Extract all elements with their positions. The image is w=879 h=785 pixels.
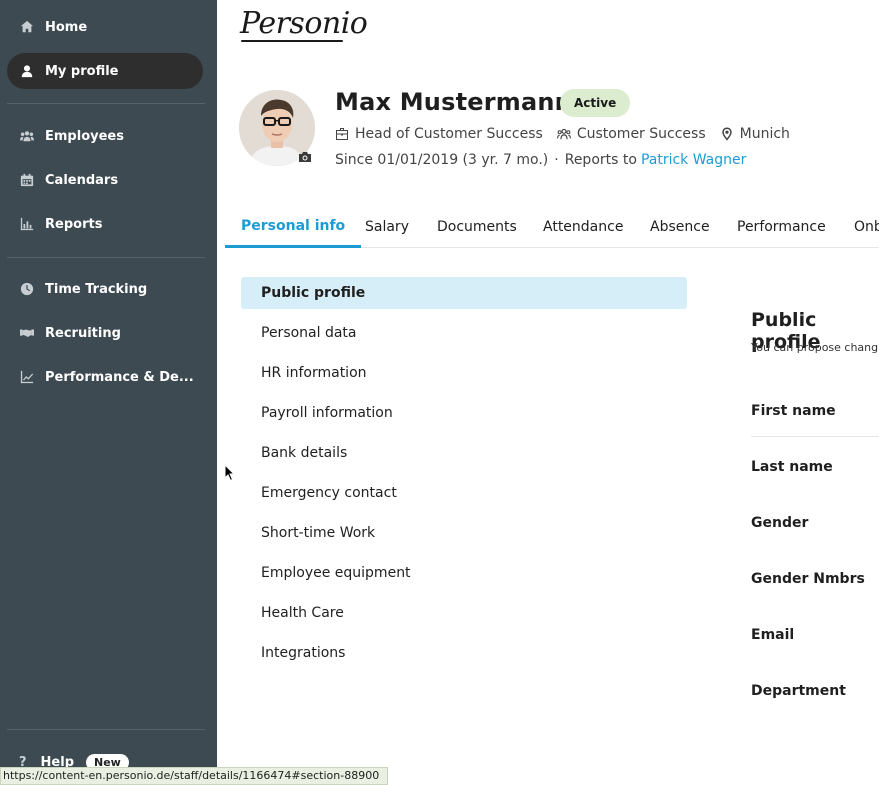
panel-subtitle: You can propose chang	[751, 341, 879, 354]
browser-status-url: https://content-en.personio.de/staff/det…	[0, 767, 389, 785]
sidebar-item-reports[interactable]: Reports	[7, 206, 203, 242]
department-text: Customer Success	[576, 126, 706, 142]
reports-to-link[interactable]: Patrick Wagner	[641, 152, 746, 168]
handshake-icon	[19, 325, 35, 341]
clock-icon	[19, 281, 35, 297]
sidebar-divider	[7, 103, 205, 104]
sidebar-item-label: Performance & De...	[45, 369, 194, 385]
sidebar-item-time-tracking[interactable]: Time Tracking	[7, 271, 203, 307]
sidebar-item-label: Employees	[45, 128, 124, 144]
briefcase-icon	[336, 128, 348, 140]
location-meta: Munich	[720, 126, 790, 142]
sidebar-item-home[interactable]: Home	[7, 9, 203, 45]
tab-attendance[interactable]: Attendance	[543, 206, 623, 248]
field-label-gender: Gender	[751, 515, 809, 531]
sidebar-item-label: Home	[45, 19, 88, 35]
avatar[interactable]	[239, 90, 315, 166]
reports-to-label: Reports to	[564, 152, 637, 168]
meta-separator: ·	[554, 152, 559, 168]
field-label-last-name: Last name	[751, 459, 833, 475]
section-health-care[interactable]: Health Care	[241, 597, 687, 629]
sidebar-item-performance[interactable]: Performance & De...	[7, 359, 203, 395]
profile-meta-secondary: Since 01/01/2019 (3 yr. 7 mo.) · Reports…	[335, 152, 746, 168]
section-hr-information[interactable]: HR information	[241, 357, 687, 389]
tab-absence[interactable]: Absence	[650, 206, 710, 248]
tab-personal-info[interactable]: Personal info	[225, 206, 362, 248]
profile-name: Max Mustermann	[335, 88, 572, 116]
sidebar-item-label: Time Tracking	[45, 281, 148, 297]
section-employee-equipment[interactable]: Employee equipment	[241, 557, 687, 589]
tab-onboarding[interactable]: Onb	[854, 206, 879, 248]
profile-tabs: Personal info Salary Documents Attendanc…	[225, 206, 879, 248]
section-emergency-contact[interactable]: Emergency contact	[241, 477, 687, 509]
department-meta: Customer Success	[556, 126, 706, 142]
brand-logo[interactable]: Personio	[240, 6, 368, 41]
tab-documents[interactable]: Documents	[437, 206, 517, 248]
sidebar-divider	[7, 729, 205, 730]
section-payroll-information[interactable]: Payroll information	[241, 397, 687, 429]
section-bank-details[interactable]: Bank details	[241, 437, 687, 469]
users-icon	[19, 128, 35, 144]
logo-underline	[241, 40, 343, 42]
position-meta: Head of Customer Success	[335, 126, 543, 142]
section-short-time-work[interactable]: Short-time Work	[241, 517, 687, 549]
calendar-icon	[19, 172, 35, 188]
location-pin-icon	[721, 127, 732, 141]
sidebar-item-recruiting[interactable]: Recruiting	[7, 315, 203, 351]
sidebar-item-label: Calendars	[45, 172, 119, 188]
bar-chart-icon	[19, 216, 35, 232]
field-label-first-name: First name	[751, 403, 836, 419]
status-badge: Active	[560, 89, 631, 117]
camera-icon[interactable]	[298, 148, 312, 162]
sidebar: Home My profile Employees Calendars Repo…	[0, 0, 217, 785]
field-label-email: Email	[751, 627, 795, 643]
sidebar-item-calendars[interactable]: Calendars	[7, 162, 203, 198]
tab-performance[interactable]: Performance	[737, 206, 826, 248]
sidebar-item-label: Recruiting	[45, 325, 121, 341]
profile-meta: Head of Customer Success Customer Succes…	[335, 126, 804, 142]
since-text: Since 01/01/2019 (3 yr. 7 mo.)	[335, 152, 549, 168]
sidebar-item-my-profile[interactable]: My profile	[7, 53, 203, 89]
sidebar-item-label: My profile	[45, 63, 119, 79]
field-divider	[751, 436, 879, 437]
field-label-gender-nmbrs: Gender Nmbrs	[751, 571, 865, 587]
app-window: Home My profile Employees Calendars Repo…	[0, 0, 879, 785]
section-integrations[interactable]: Integrations	[241, 637, 687, 669]
sidebar-divider	[7, 257, 205, 258]
sidebar-item-label: Reports	[45, 216, 103, 232]
position-text: Head of Customer Success	[355, 126, 543, 142]
field-label-department: Department	[751, 683, 846, 699]
mouse-cursor-icon	[224, 463, 236, 482]
line-chart-icon	[19, 369, 35, 385]
tab-salary[interactable]: Salary	[365, 206, 409, 248]
section-public-profile[interactable]: Public profile	[241, 277, 687, 309]
sidebar-item-employees[interactable]: Employees	[7, 118, 203, 154]
user-icon	[19, 63, 35, 79]
section-personal-data[interactable]: Personal data	[241, 317, 687, 349]
team-icon	[556, 128, 571, 140]
location-text: Munich	[739, 126, 790, 142]
home-icon	[19, 19, 35, 35]
